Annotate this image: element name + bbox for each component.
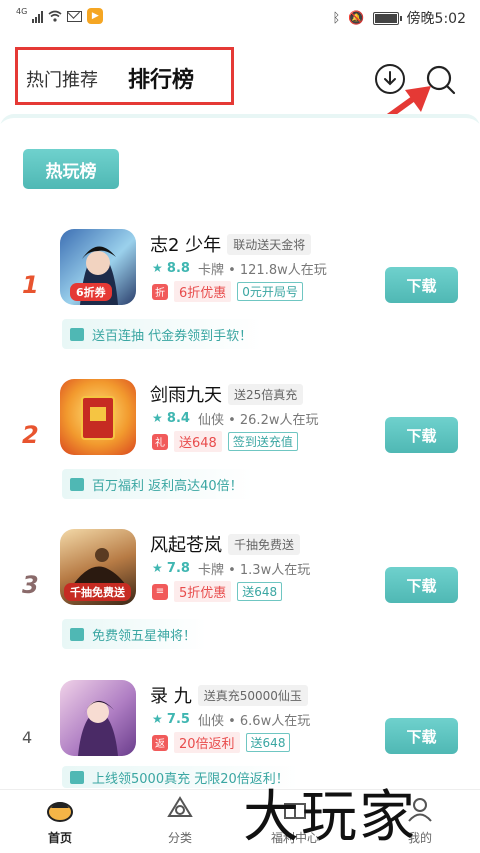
nav-category[interactable]: 分类 — [150, 796, 210, 846]
star-icon: ★ — [152, 411, 163, 425]
promo-tag: 送648 — [237, 582, 283, 601]
thumbs-up-icon — [70, 770, 84, 784]
game-name: 志2 少年 — [150, 235, 222, 256]
status-left: 4G ▶ — [16, 6, 104, 24]
game-tag: 送真充50000仙玉 — [197, 684, 308, 706]
wifi-icon — [48, 10, 62, 22]
tab-hot-recommend[interactable]: 热门推荐 — [26, 66, 98, 92]
nav-category-label: 分类 — [167, 831, 192, 845]
watermark-text: 大玩家 — [243, 785, 417, 850]
game-name: 风起苍岚 — [150, 535, 222, 556]
download-button[interactable]: 下载 — [385, 567, 458, 603]
promo-row: ≡ 5折优惠 送648 — [152, 581, 283, 602]
ranking-list-panel: 热玩榜 1 6折券 志2 少年 联动送天金将 ★ 8.8 卡牌 • 121.8w… — [0, 114, 480, 789]
game-score: 8.8 — [166, 261, 190, 276]
star-icon: ★ — [152, 261, 163, 275]
benefit-text: 免费领五星神将！ — [92, 628, 197, 644]
rank-number: 3 — [22, 571, 39, 599]
rank-number: 1 — [22, 271, 39, 299]
game-list-item[interactable]: 1 6折券 志2 少年 联动送天金将 ★ 8.8 卡牌 • 121.8w人在玩 … — [0, 229, 480, 379]
benefit-banner[interactable]: 百万福利 返利高达40倍！ — [62, 469, 253, 499]
info-row: ★ 8.4 仙侠 • 26.2w人在玩 — [152, 411, 319, 428]
info-row: ★ 7.5 仙侠 • 6.6w人在玩 — [152, 712, 311, 729]
game-name: 录 九 — [150, 686, 192, 707]
star-icon: ★ — [152, 712, 163, 726]
promo-row: 折 6折优惠 0元开局号 — [152, 281, 303, 302]
download-button[interactable]: 下载 — [385, 267, 458, 303]
game-thumbnail[interactable]: 千抽免费送 — [60, 529, 136, 605]
app-notification-icon: ▶ — [87, 8, 104, 24]
players-count: 121.8w人在玩 — [239, 263, 327, 278]
game-score: 7.8 — [166, 561, 190, 576]
game-tag: 联动送天金将 — [227, 233, 312, 255]
game-thumbnail[interactable] — [60, 680, 136, 756]
status-bar: 4G ▶ ᛒ 🔕 傍晚5:02 — [0, 0, 480, 34]
rebate-icon: 返 — [152, 734, 168, 751]
benefit-banner[interactable]: 免费领五星神将！ — [62, 619, 207, 649]
game-category: 仙侠 — [197, 413, 224, 428]
players-count: 26.2w人在玩 — [239, 413, 319, 428]
thumbs-up-icon — [70, 477, 84, 491]
game-tag: 送25倍真充 — [228, 383, 304, 405]
title-row: 志2 少年 联动送天金将 — [150, 231, 312, 257]
game-category: 卡牌 — [197, 263, 224, 278]
tab-highlight-box: 热门推荐 排行榜 — [15, 47, 234, 105]
status-right: ᛒ 🔕 傍晚5:02 — [333, 8, 466, 28]
category-icon — [167, 796, 193, 817]
game-list-item[interactable]: 2 剑雨九天 送25倍真充 ★ 8.4 仙侠 • 26.2w人在玩 礼 送648… — [0, 379, 480, 529]
download-button[interactable]: 下载 — [385, 417, 458, 453]
promo-text: 6折优惠 — [174, 281, 232, 302]
nav-home[interactable]: 首页 — [30, 796, 90, 846]
home-icon — [47, 802, 73, 822]
benefit-text: 送百连抽 代金券领到手软！ — [92, 328, 253, 344]
promo-row: 返 20倍返利 送648 — [152, 732, 291, 753]
title-row: 录 九 送真充50000仙玉 — [150, 682, 308, 708]
game-category: 卡牌 — [197, 563, 224, 578]
game-thumbnail[interactable]: 6折券 — [60, 229, 136, 305]
promo-row: 礼 送648 签到送充值 — [152, 431, 298, 452]
game-score: 7.5 — [166, 712, 190, 727]
discount-icon: 折 — [152, 283, 168, 300]
thumbnail-badge: 6折券 — [70, 283, 112, 301]
promo-text: 送648 — [174, 431, 222, 452]
gift-icon: 礼 — [152, 433, 168, 450]
benefit-banner[interactable]: 送百连抽 代金券领到手软！ — [62, 319, 263, 349]
game-name: 剑雨九天 — [150, 385, 222, 406]
star-icon: ★ — [152, 561, 163, 575]
promo-text: 5折优惠 — [174, 581, 232, 602]
thumbs-up-icon — [70, 327, 84, 341]
benefit-text: 百万福利 返利高达40倍！ — [92, 478, 243, 494]
bluetooth-icon: ᛒ — [332, 10, 341, 26]
status-time: 傍晚5:02 — [406, 11, 466, 27]
network-label: 4G — [16, 6, 28, 16]
signal-icon — [32, 10, 44, 23]
title-row: 风起苍岚 千抽免费送 — [150, 531, 301, 557]
mute-bell-icon: 🔕 — [348, 10, 365, 26]
game-tag: 千抽免费送 — [228, 533, 301, 555]
mail-icon — [67, 10, 83, 22]
promo-tag: 签到送充值 — [227, 432, 298, 451]
download-button[interactable]: 下载 — [385, 718, 458, 754]
info-row: ★ 8.8 卡牌 • 121.8w人在玩 — [152, 261, 327, 278]
title-row: 剑雨九天 送25倍真充 — [150, 381, 304, 407]
thumbs-up-icon — [70, 627, 84, 641]
game-thumbnail[interactable] — [60, 379, 136, 455]
game-score: 8.4 — [166, 411, 190, 426]
game-list-item[interactable]: 3 千抽免费送 风起苍岚 千抽免费送 ★ 7.8 卡牌 • 1.3w人在玩 ≡ … — [0, 529, 480, 679]
rank-number: 4 — [22, 728, 33, 747]
game-category: 仙侠 — [197, 714, 224, 729]
promo-tag: 送648 — [245, 733, 291, 752]
nav-home-label: 首页 — [47, 831, 72, 845]
players-count: 1.3w人在玩 — [239, 563, 311, 578]
list-icon: ≡ — [152, 583, 168, 600]
thumbnail-badge: 千抽免费送 — [64, 583, 131, 601]
hot-play-list-button[interactable]: 热玩榜 — [23, 149, 119, 189]
players-count: 6.6w人在玩 — [239, 714, 311, 729]
promo-tag: 0元开局号 — [237, 282, 303, 301]
promo-text: 20倍返利 — [174, 732, 240, 753]
rank-number: 2 — [22, 421, 39, 449]
battery-icon — [372, 11, 402, 25]
tab-ranking[interactable]: 排行榜 — [128, 62, 194, 94]
info-row: ★ 7.8 卡牌 • 1.3w人在玩 — [152, 561, 311, 578]
